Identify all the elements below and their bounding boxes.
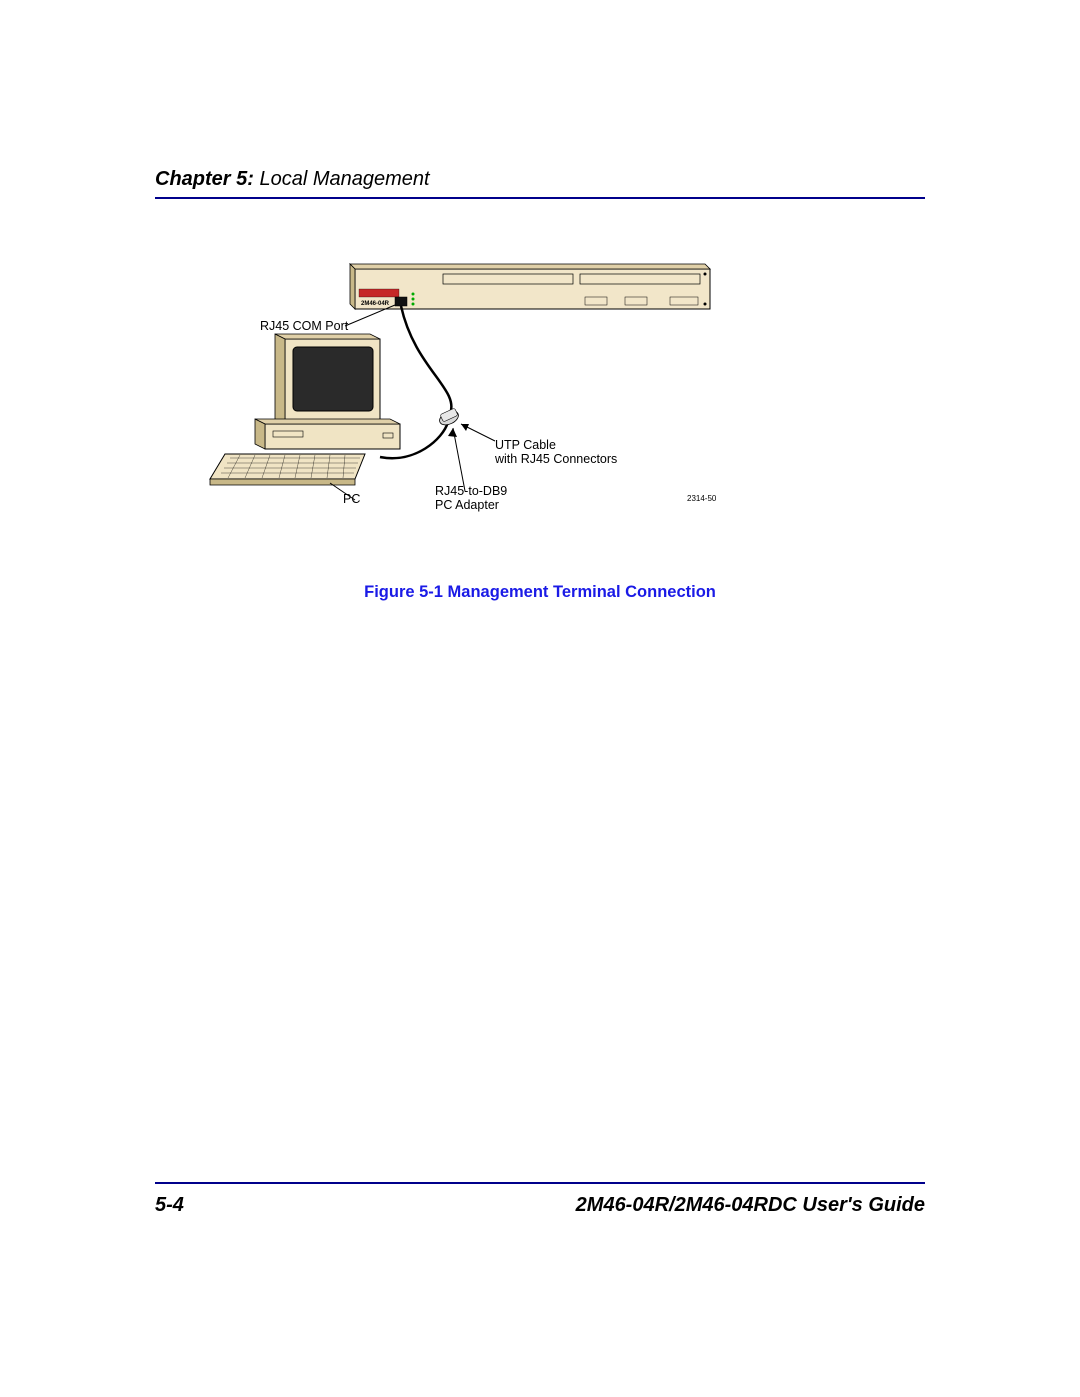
- page-footer: 5-4 2M46-04R/2M46-04RDC User's Guide: [155, 1182, 925, 1217]
- label-line: RJ45-to-DB9: [435, 484, 507, 498]
- monitor-icon: [255, 334, 400, 449]
- chapter-header: Chapter 5: Local Management: [155, 168, 925, 195]
- label-line: PC Adapter: [435, 498, 499, 512]
- guide-title: 2M46-04R/2M46-04RDC User's Guide: [576, 1194, 925, 1217]
- arrow-icon: [461, 424, 495, 441]
- page-content: Chapter 5: Local Management 2M46-04R: [155, 168, 925, 602]
- diagram-svg: 2M46-04R: [155, 239, 925, 559]
- label-line: with RJ45 Connectors: [495, 452, 617, 466]
- label-pc: PC: [343, 492, 360, 506]
- adapter-icon: [437, 408, 460, 428]
- label-adapter: RJ45-to-DB9 PC Adapter: [435, 484, 507, 513]
- network-device-icon: 2M46-04R: [350, 264, 710, 309]
- page-number: 5-4: [155, 1194, 184, 1217]
- chapter-title: Local Management: [254, 168, 430, 190]
- diagram-number: 2314-50: [687, 494, 716, 503]
- device-model-label: 2M46-04R: [361, 301, 390, 307]
- figure-area: 2M46-04R: [155, 239, 925, 579]
- keyboard-icon: [210, 454, 365, 485]
- chapter-number: Chapter 5:: [155, 168, 254, 190]
- header-rule: [155, 197, 925, 199]
- label-utp-cable: UTP Cable with RJ45 Connectors: [495, 438, 617, 467]
- arrow-icon: [448, 428, 465, 491]
- label-line: UTP Cable: [495, 438, 556, 452]
- figure-caption: Figure 5-1 Management Terminal Connectio…: [155, 583, 925, 602]
- label-rj45-com-port: RJ45 COM Port: [260, 319, 348, 333]
- footer-rule: [155, 1182, 925, 1184]
